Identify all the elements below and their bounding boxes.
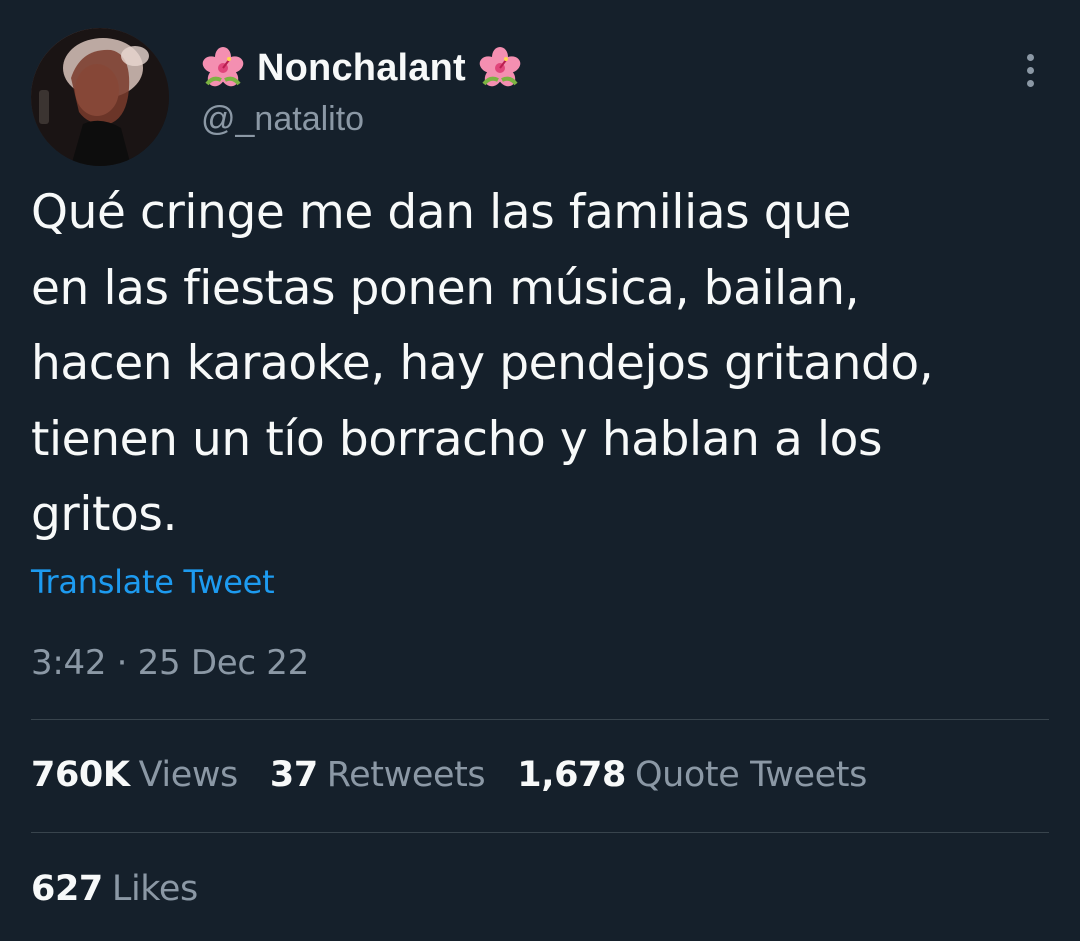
tweet-detail: Nonchalant @_natalito Qué cringe me dan … (0, 0, 1080, 941)
tweet-text-line: Qué cringe me dan las familias que (31, 185, 852, 240)
author-identity[interactable]: Nonchalant @_natalito (201, 44, 522, 139)
retweets-label: Retweets (326, 755, 486, 795)
avatar[interactable] (31, 28, 169, 166)
quote-tweets-count: 1,678 (517, 755, 626, 795)
tweet-text-line: en las fiestas ponen música, bailan, (31, 260, 860, 316)
more-dot (1026, 79, 1034, 87)
tweet-text: Qué cringe me dan las familias que en la… (31, 175, 1061, 553)
tweet-text-line: gritos. (31, 487, 178, 542)
more-options-icon[interactable] (1010, 48, 1050, 92)
likes-count: 627 (31, 869, 103, 909)
tweet-text-line: hacen karaoke, hay pendejos gritando, (31, 336, 934, 391)
views-label: Views (138, 755, 239, 795)
tweet-text-line: tienen un tío borracho y hablan a los (31, 411, 883, 467)
retweets-count: 37 (269, 755, 318, 795)
views-count: 760K (31, 755, 130, 795)
avatar-photo (31, 28, 169, 166)
hibiscus-flower-icon (201, 46, 245, 90)
divider (31, 832, 1049, 833)
views-stat[interactable]: 760K Views (31, 755, 238, 795)
hibiscus-flower-icon (478, 46, 522, 90)
likes-stat[interactable]: 627 Likes (31, 869, 198, 909)
more-dot (1026, 53, 1034, 61)
engagement-stats: 760K Views 37 Retweets 1,678 Quote Tweets (31, 755, 867, 795)
display-name[interactable]: Nonchalant (257, 47, 466, 90)
user-handle[interactable]: @_natalito (201, 100, 522, 139)
retweets-stat[interactable]: 37 Retweets (269, 755, 486, 795)
translate-tweet-link[interactable]: Translate Tweet (31, 563, 275, 601)
divider (31, 719, 1049, 720)
display-name-row: Nonchalant (201, 44, 522, 92)
quote-tweets-stat[interactable]: 1,678 Quote Tweets (517, 755, 867, 795)
more-dot (1026, 66, 1034, 74)
likes-label: Likes (111, 869, 198, 909)
quote-tweets-label: Quote Tweets (634, 755, 867, 795)
tweet-timestamp[interactable]: 3:42 · 25 Dec 22 (31, 643, 309, 683)
